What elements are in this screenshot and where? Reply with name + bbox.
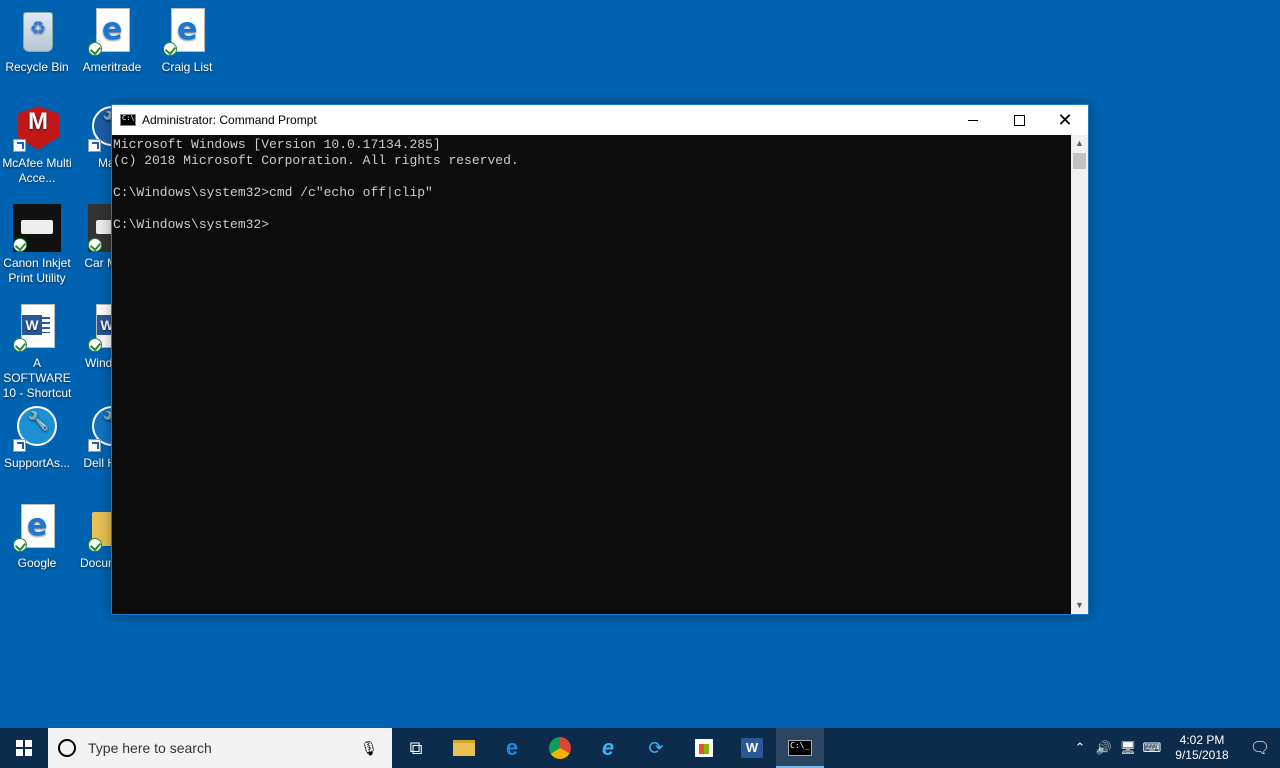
window-title: Administrator: Command Prompt [142,113,317,127]
desktop-icon-canon-inkjet[interactable]: Canon Inkjet Print Utility [0,204,74,286]
cortana-icon [58,739,76,757]
command-prompt-window[interactable]: Administrator: Command Prompt ✕ Microsof… [111,104,1089,615]
desktop-icon-craig-list[interactable]: e Craig List [150,8,224,75]
file-explorer-button[interactable] [440,728,488,768]
windows-logo-icon [16,740,32,756]
search-placeholder: Type here to search [88,740,212,756]
desktop-icon-ameritrade[interactable]: e Ameritrade [75,8,149,75]
search-box[interactable]: Type here to search 🎙 [48,728,392,768]
system-tray: ⌃ 🔊 🖥 ⌨ 4:02 PM 9/15/2018 🗨 [1068,728,1280,768]
start-button[interactable] [0,728,48,768]
desktop-icon-label: Craig List [161,60,213,74]
mcafee-icon [13,104,61,152]
edge-document-icon: e [13,504,61,552]
desktop-icon-label: A SOFTWARE 10 - Shortcut [2,356,72,400]
desktop-icon-label: Google [17,556,57,570]
internet-explorer-button[interactable]: e [584,728,632,768]
action-center-icon[interactable]: 🗨 [1240,738,1280,758]
taskbar: Type here to search 🎙 ⧉ e e ⟳ W C:\_ ⌃ 🔊… [0,728,1280,768]
chevron-up-icon[interactable]: ⌃ [1068,740,1092,756]
desktop-icon-google[interactable]: e Google [0,504,74,571]
desktop-icon-recycle-bin[interactable]: Recycle Bin [0,8,74,75]
chrome-button[interactable] [536,728,584,768]
desktop-icon-label: Canon Inkjet Print Utility [3,256,71,285]
desktop-icon-label: Recycle Bin [5,60,69,74]
desktop-icon-a-software[interactable]: W A SOFTWARE 10 - Shortcut [0,304,74,401]
scroll-up-arrow-icon[interactable]: ▲ [1071,135,1088,152]
printer-icon [13,204,61,252]
desktop-icon-supportassist[interactable]: SupportAs... [0,404,74,471]
close-button[interactable]: ✕ [1042,105,1088,135]
support-assist-icon [13,404,61,452]
desktop-icon-mcafee[interactable]: McAfee Multi Acce... [0,104,74,186]
command-prompt-taskbar-button[interactable]: C:\_ [776,728,824,768]
chrome-icon [549,737,571,759]
keyboard-icon[interactable]: ⌨ [1140,740,1164,756]
edge-button[interactable]: e [488,728,536,768]
word-button[interactable]: W [728,728,776,768]
clock-time: 4:02 PM [1179,733,1225,747]
edge-document-icon: e [163,8,211,56]
desktop-icon-label: SupportAs... [3,456,71,470]
desktop-icon-label: McAfee Multi Acce... [2,156,72,185]
internet-explorer-icon: e [601,735,615,760]
scroll-down-arrow-icon[interactable]: ▼ [1071,597,1088,614]
word-icon: W [741,738,763,758]
microphone-icon[interactable]: 🎙 [360,740,378,757]
window-titlebar[interactable]: Administrator: Command Prompt ✕ [112,105,1088,135]
clock[interactable]: 4:02 PM 9/15/2018 [1164,733,1240,763]
browser-button[interactable]: ⟳ [632,728,680,768]
command-prompt-icon: C:\_ [788,740,812,756]
task-view-button[interactable]: ⧉ [392,728,440,768]
volume-icon[interactable]: 🔊 [1092,740,1116,756]
word-document-icon: W [13,304,61,352]
console-output[interactable]: Microsoft Windows [Version 10.0.17134.28… [112,135,1071,614]
maximize-button[interactable] [996,105,1042,135]
store-icon [695,739,713,757]
vertical-scrollbar[interactable]: ▲ ▼ [1071,135,1088,614]
store-button[interactable] [680,728,728,768]
command-prompt-icon [120,114,136,126]
scrollbar-thumb[interactable] [1073,153,1086,169]
refresh-browser-icon: ⟳ [648,737,664,758]
task-view-icon: ⧉ [409,737,423,758]
edge-document-icon: e [88,8,136,56]
edge-icon: e [505,735,519,760]
network-icon[interactable]: 🖥 [1116,740,1140,756]
clock-date: 9/15/2018 [1175,748,1229,762]
recycle-bin-icon [13,8,61,56]
desktop-icon-label: Ameritrade [82,60,142,74]
folder-icon [453,740,475,756]
minimize-button[interactable] [950,105,996,135]
